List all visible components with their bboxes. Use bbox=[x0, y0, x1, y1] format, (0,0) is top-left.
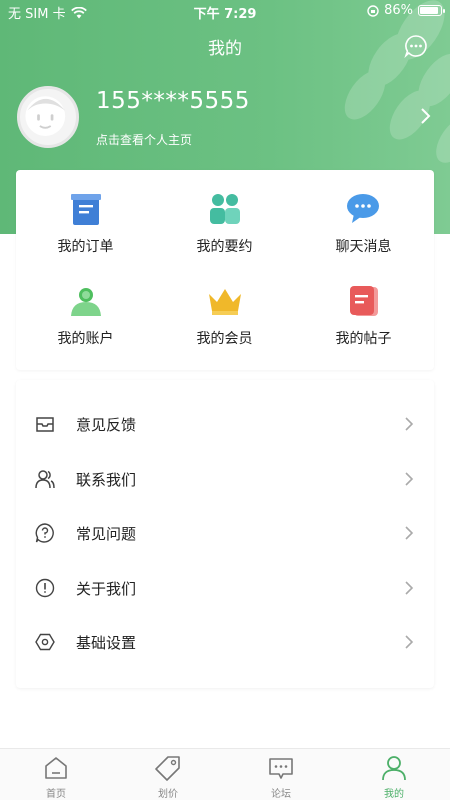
tab-label-price: 划价 bbox=[158, 789, 178, 800]
profile-subtitle[interactable]: 点击查看个人主页 bbox=[96, 131, 192, 148]
chat-dots-icon[interactable] bbox=[404, 34, 428, 58]
home-icon bbox=[45, 757, 67, 779]
menu-label-faq: 常见问题 bbox=[76, 525, 137, 543]
menu-label-contact: 联系我们 bbox=[76, 471, 137, 489]
account-icon bbox=[70, 288, 101, 316]
tab-mine[interactable]: 我的 bbox=[338, 749, 450, 800]
grid-item-chat[interactable]: 聊天消息 bbox=[294, 170, 433, 262]
grid-label-chat: 聊天消息 bbox=[335, 239, 392, 255]
grid-item-account[interactable]: 我的账户 bbox=[16, 262, 155, 354]
settings-menu: 意见反馈 联系我们 常见问题 关于我们 基础设置 bbox=[16, 380, 434, 688]
grid-label-account: 我的账户 bbox=[57, 331, 114, 347]
chat-bubble-icon bbox=[346, 194, 379, 223]
chevron-right-icon bbox=[405, 635, 414, 649]
menu-item-feedback[interactable]: 意见反馈 bbox=[16, 397, 434, 451]
battery-percent: 86% bbox=[384, 3, 413, 18]
avatar[interactable] bbox=[17, 86, 79, 148]
tag-icon bbox=[155, 756, 180, 781]
menu-item-about[interactable]: 关于我们 bbox=[16, 561, 434, 615]
rotation-lock-icon bbox=[367, 4, 379, 17]
quick-actions-card: 我的订单 我的要约 聊天消息 我的账户 我的会员 我的帖子 bbox=[16, 170, 434, 370]
grid-item-membership[interactable]: 我的会员 bbox=[155, 262, 294, 354]
order-icon bbox=[70, 194, 101, 225]
people-icon bbox=[209, 194, 240, 224]
question-icon bbox=[35, 523, 54, 543]
grid-item-posts[interactable]: 我的帖子 bbox=[294, 262, 433, 354]
tab-price[interactable]: 划价 bbox=[112, 749, 224, 800]
chevron-right-icon bbox=[405, 581, 414, 595]
tab-home[interactable]: 首页 bbox=[0, 749, 112, 800]
chevron-right-icon bbox=[405, 417, 414, 431]
menu-item-settings[interactable]: 基础设置 bbox=[16, 615, 434, 669]
grid-label-membership: 我的会员 bbox=[196, 331, 253, 347]
crown-icon bbox=[208, 289, 241, 315]
chevron-right-icon bbox=[405, 472, 414, 486]
user-icon bbox=[382, 756, 406, 781]
page-title: 我的 bbox=[208, 39, 242, 59]
grid-item-offers[interactable]: 我的要约 bbox=[155, 170, 294, 262]
inbox-icon bbox=[36, 417, 54, 432]
post-icon bbox=[349, 286, 378, 316]
battery-icon bbox=[418, 5, 445, 16]
settings-hex-icon bbox=[35, 633, 55, 651]
tab-label-forum: 论坛 bbox=[271, 789, 291, 800]
grid-label-offers: 我的要约 bbox=[196, 239, 253, 255]
grid-label-orders: 我的订单 bbox=[57, 239, 114, 255]
grid-item-orders[interactable]: 我的订单 bbox=[16, 170, 155, 262]
tab-forum[interactable]: 论坛 bbox=[225, 749, 337, 800]
menu-item-faq[interactable]: 常见问题 bbox=[16, 506, 434, 560]
menu-label-feedback: 意见反馈 bbox=[76, 416, 137, 434]
forum-icon bbox=[269, 758, 293, 779]
info-icon bbox=[35, 578, 55, 598]
status-bar: 无 SIM 卡 下午 7:29 86% bbox=[0, 0, 450, 24]
contacts-icon bbox=[35, 470, 55, 489]
grid-label-posts: 我的帖子 bbox=[335, 331, 392, 347]
tab-label-mine: 我的 bbox=[384, 789, 404, 800]
menu-item-contact[interactable]: 联系我们 bbox=[16, 452, 434, 506]
profile-phone: 155****5555 bbox=[96, 88, 250, 114]
menu-label-settings: 基础设置 bbox=[76, 634, 137, 652]
chevron-right-icon bbox=[405, 526, 414, 540]
bottom-tab-bar: 首页 划价 论坛 我的 bbox=[0, 748, 450, 800]
tab-label-home: 首页 bbox=[46, 789, 66, 800]
menu-label-about: 关于我们 bbox=[76, 580, 137, 598]
chevron-right-icon[interactable] bbox=[420, 107, 432, 125]
